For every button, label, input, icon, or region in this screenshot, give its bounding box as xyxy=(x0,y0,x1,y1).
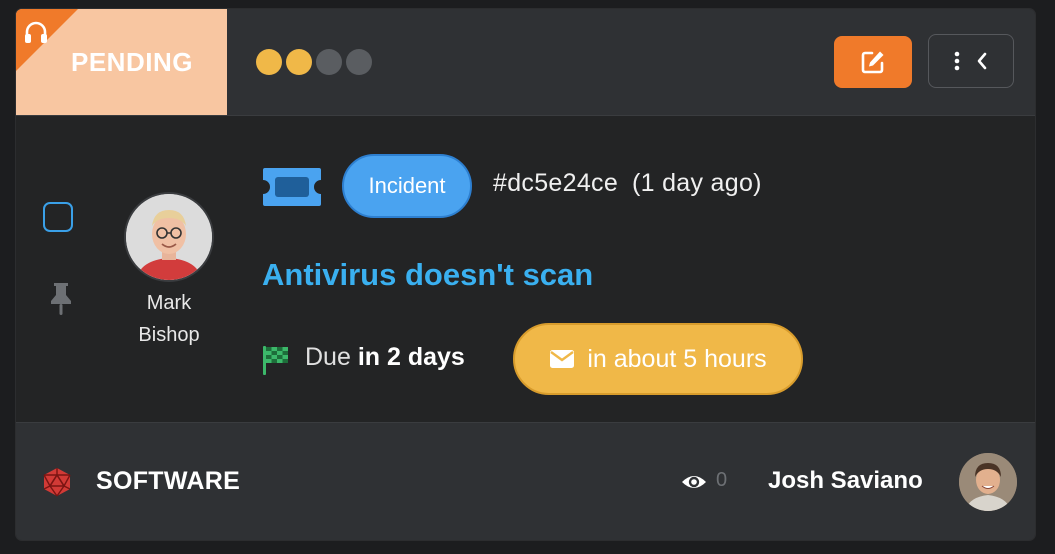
agent-avatar[interactable] xyxy=(959,453,1017,511)
ticket-header: PENDING xyxy=(16,9,1035,116)
priority-dot xyxy=(316,49,342,75)
due-label: Due xyxy=(305,343,351,371)
person-photo-icon xyxy=(959,453,1017,511)
pin-icon[interactable] xyxy=(46,281,76,317)
ticket-age: (1 day ago) xyxy=(632,169,762,197)
status-banner: PENDING xyxy=(16,9,227,115)
assignee-first-name: Mark xyxy=(146,292,192,314)
assignee-name: Mark Bishop xyxy=(114,287,224,351)
ticket-type-badge[interactable]: Incident xyxy=(342,154,472,218)
priority-dot xyxy=(346,49,372,75)
headset-icon xyxy=(25,21,47,43)
ticket-title[interactable]: Antivirus doesn't scan xyxy=(262,257,593,293)
ticket-icon xyxy=(263,168,321,206)
ticket-card: PENDING Mark Bishop Incident #dc5e24ce (… xyxy=(16,9,1035,540)
ticket-id-line: #dc5e24ce (1 day ago) xyxy=(493,169,762,198)
sla-badge[interactable]: in about 5 hours xyxy=(513,323,803,395)
envelope-icon xyxy=(550,350,575,368)
kebab-icon xyxy=(954,51,960,71)
assignee-last-name: Bishop xyxy=(138,324,200,346)
checkered-flag-icon xyxy=(263,346,288,375)
ticket-footer: SOFTWARE 0 Josh Saviano xyxy=(16,422,1035,540)
ticket-id: #dc5e24ce xyxy=(493,169,619,197)
status-label: PENDING xyxy=(71,47,193,77)
chevron-left-icon xyxy=(977,52,987,70)
person-photo-icon xyxy=(126,194,212,280)
agent-name[interactable]: Josh Saviano xyxy=(768,467,923,495)
sla-text: in about 5 hours xyxy=(587,344,767,373)
due-value: in 2 days xyxy=(357,343,465,371)
priority-dot xyxy=(286,49,312,75)
more-options-button[interactable] xyxy=(928,34,1014,88)
edit-button[interactable] xyxy=(834,36,912,88)
due-date: Due in 2 days xyxy=(305,343,465,372)
priority-dot xyxy=(256,49,282,75)
priority-indicator xyxy=(256,49,376,75)
assignee-avatar xyxy=(126,194,212,280)
view-count: 0 xyxy=(716,469,728,491)
select-checkbox[interactable] xyxy=(43,202,73,232)
d20-icon xyxy=(43,468,71,497)
category-label[interactable]: SOFTWARE xyxy=(96,467,240,496)
eye-icon xyxy=(682,476,706,488)
edit-icon xyxy=(861,51,884,74)
